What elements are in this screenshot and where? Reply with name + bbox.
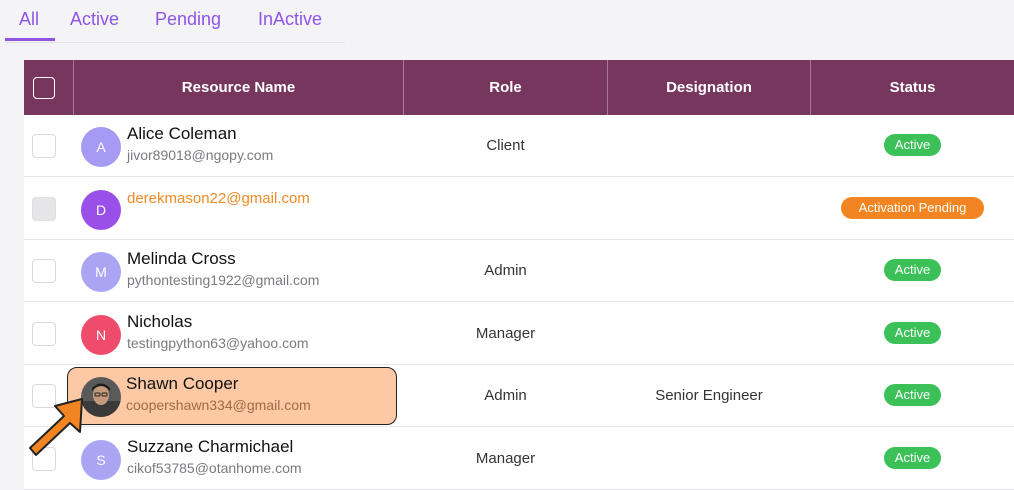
resource-email: jivor89018@ngopy.com [127,147,274,163]
role-cell: Manager [475,325,536,342]
status-badge: Active [884,322,941,344]
column-header-resource-name[interactable]: Resource Name [74,60,403,115]
resource-email: cikof53785@otanhome.com [127,460,302,476]
status-badge: Active [884,134,941,156]
active-tab-indicator [5,38,55,41]
table-row[interactable]: M Melinda Cross pythontesting1922@gmail.… [24,240,1014,302]
row-checkbox[interactable] [32,322,56,346]
avatar: A [81,127,121,167]
status-badge: Active [884,259,941,281]
table-row[interactable]: D derekmason22@gmail.com Activation Pend… [24,178,1014,240]
resource-name[interactable]: Nicholas [127,312,192,332]
column-header-role[interactable]: Role [404,60,607,115]
designation-cell: Senior Engineer [655,387,763,404]
avatar: N [81,315,121,355]
status-badge: Activation Pending [841,197,984,219]
pointer-arrow-icon [29,398,83,456]
table-row[interactable]: A Alice Coleman jivor89018@ngopy.com Cli… [24,115,1014,177]
table-header: Resource Name Role Designation Status [24,60,1014,115]
resource-email: testingpython63@yahoo.com [127,335,309,351]
row-checkbox [32,197,56,221]
resource-name[interactable]: Shawn Cooper [126,374,238,394]
resource-email: coopershawn334@gmail.com [126,397,311,413]
role-cell: Manager [475,450,536,467]
resource-email[interactable]: derekmason22@gmail.com [127,190,310,207]
tab-pending[interactable]: Pending [155,9,221,30]
role-cell: Admin [484,387,527,404]
resource-name[interactable]: Suzzane Charmichael [127,437,293,457]
avatar: D [81,190,121,230]
status-badge: Active [884,384,941,406]
resource-email: pythontesting1922@gmail.com [127,272,320,288]
row-checkbox[interactable] [32,134,56,158]
role-cell: Client [486,137,525,154]
resource-name[interactable]: Alice Coleman [127,124,237,144]
resource-name[interactable]: Melinda Cross [127,249,236,269]
tab-active[interactable]: Active [70,9,119,30]
status-badge: Active [884,447,941,469]
row-checkbox[interactable] [32,259,56,283]
column-header-designation[interactable]: Designation [608,60,810,115]
avatar: M [81,252,121,292]
column-header-status[interactable]: Status [811,60,1014,115]
filter-tabs: All Active Pending InActive [5,0,345,43]
table-row[interactable]: N Nicholas testingpython63@yahoo.com Man… [24,303,1014,365]
tab-all[interactable]: All [19,9,39,30]
tab-inactive[interactable]: InActive [258,9,322,30]
table-row[interactable]: S Suzzane Charmichael cikof53785@otanhom… [24,428,1014,490]
role-cell: Admin [484,262,527,279]
select-all-checkbox[interactable] [33,77,55,99]
resources-table: Resource Name Role Designation Status A … [24,60,1014,490]
